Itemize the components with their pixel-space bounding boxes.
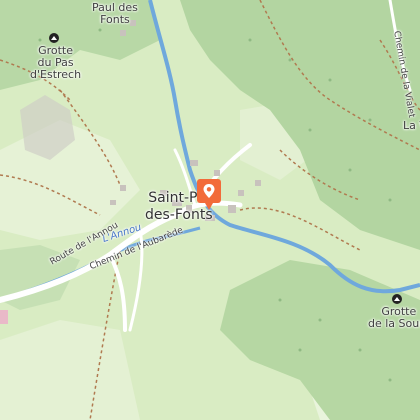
cave-label-se: Grotte de la Sourc (368, 305, 420, 330)
map-pin-icon[interactable] (196, 178, 222, 212)
cave-icon[interactable] (49, 33, 59, 43)
cave-label-nw: Grotte du Pas d'Estrech (30, 44, 82, 81)
cave-icon[interactable] (392, 294, 402, 304)
place-label-east: La V (403, 119, 420, 132)
village-label-north: Paul des Fonts (92, 1, 138, 26)
map-view[interactable]: Paul des Fonts Grotte du Pas d'Estrech G… (0, 0, 420, 420)
